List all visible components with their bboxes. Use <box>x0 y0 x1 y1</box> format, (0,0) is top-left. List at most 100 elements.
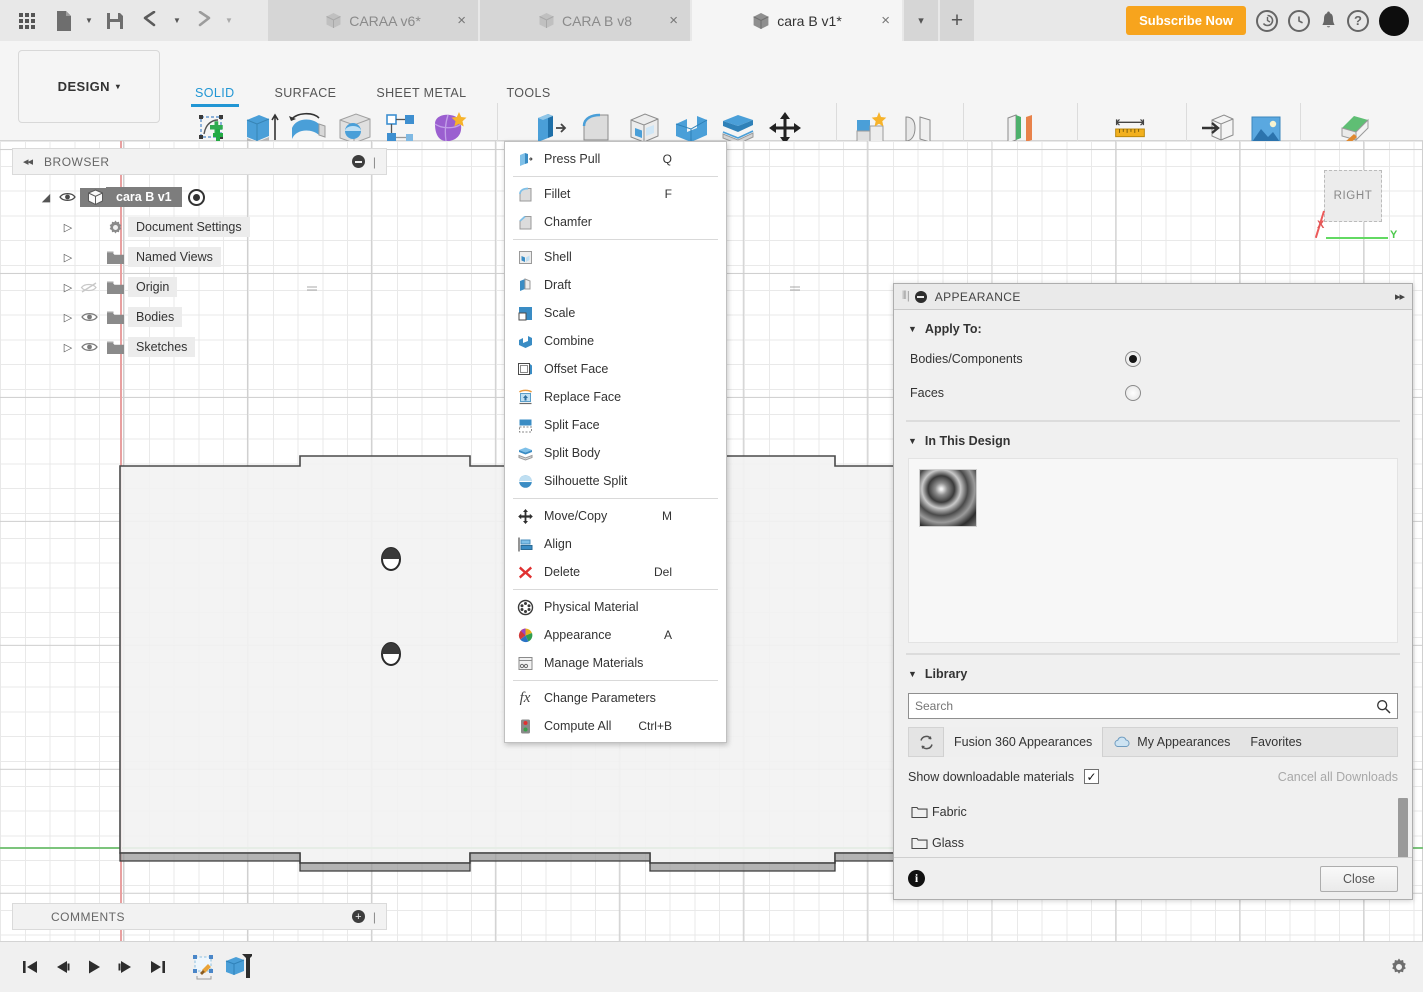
visibility-eye-off-icon[interactable] <box>76 281 102 294</box>
menu-item-split-face[interactable]: Split Face <box>505 411 726 439</box>
tree-item-origin[interactable]: ▷ Origin <box>12 272 392 302</box>
new-document-icon[interactable] <box>46 4 80 38</box>
dialog-expand-icon[interactable]: ▸▸ <box>1395 290 1405 303</box>
menu-item-fillet[interactable]: Fillet F <box>505 180 726 208</box>
menu-item-press-pull[interactable]: Press Pull Q <box>505 145 726 173</box>
timeline-settings-gear-icon[interactable] <box>1389 957 1409 977</box>
visibility-eye-icon[interactable] <box>76 311 102 323</box>
comments-panel-header[interactable]: COMMENTS + | <box>12 903 387 930</box>
apply-to-section-header[interactable]: ▼ Apply To: <box>894 310 1412 342</box>
tree-item-sketches[interactable]: ▷ Sketches <box>12 332 392 362</box>
notifications-bell-icon[interactable] <box>1320 11 1337 31</box>
tree-item-named-views[interactable]: ▷ Named Views <box>12 242 392 272</box>
in-this-design-section-header[interactable]: ▼ In This Design <box>894 422 1412 454</box>
dialog-grip-icon[interactable]: ⦀| <box>902 290 910 303</box>
recent-activity-clock-icon[interactable] <box>1288 9 1310 32</box>
expand-arrow-icon[interactable]: ◢ <box>38 191 54 204</box>
dialog-minimize-icon[interactable] <box>914 290 927 303</box>
play-icon[interactable] <box>78 951 110 983</box>
extrude-feature-icon[interactable] <box>221 951 253 983</box>
help-icon[interactable]: ? <box>1347 9 1369 32</box>
subscribe-now-button[interactable]: Subscribe Now <box>1126 6 1246 35</box>
comments-resize-handle[interactable]: | <box>373 910 376 924</box>
expand-arrow-icon[interactable]: ▷ <box>60 281 76 294</box>
new-document-caret-icon[interactable]: ▼ <box>82 4 96 38</box>
document-tab-0[interactable]: CARAA v6* × <box>268 0 478 41</box>
step-back-icon[interactable] <box>46 951 78 983</box>
library-search-box[interactable] <box>908 693 1398 719</box>
chrome-appearance-swatch[interactable] <box>919 469 977 527</box>
menu-item-move-copy[interactable]: Move/Copy M <box>505 502 726 530</box>
view-cube-face-label[interactable]: RIGHT <box>1324 170 1382 222</box>
browser-resize-handle[interactable]: | <box>373 155 376 169</box>
expand-arrow-icon[interactable]: ▷ <box>60 311 76 324</box>
appearance-dialog-titlebar[interactable]: ⦀| APPEARANCE ▸▸ <box>894 284 1412 310</box>
library-section-header[interactable]: ▼ Library <box>894 655 1412 687</box>
new-tab-button[interactable]: + <box>940 0 974 41</box>
info-icon[interactable]: i <box>908 870 925 887</box>
apply-to-bodies-row[interactable]: Bodies/Components <box>894 342 1412 376</box>
apply-to-faces-row[interactable]: Faces <box>894 376 1412 410</box>
menu-item-delete[interactable]: Delete Del <box>505 558 726 586</box>
close-button[interactable]: Close <box>1320 865 1398 892</box>
menu-item-split-body[interactable]: Split Body <box>505 439 726 467</box>
document-tab-close-icon[interactable]: × <box>457 13 466 28</box>
menu-item-shell[interactable]: Shell <box>505 243 726 271</box>
go-to-beginning-icon[interactable] <box>14 951 46 983</box>
browser-collapse-icon[interactable]: ◂◂ <box>23 155 33 168</box>
workspace-selector-design[interactable]: DESIGN ▾ <box>18 50 160 123</box>
menu-item-replace-face[interactable]: Replace Face <box>505 383 726 411</box>
visibility-eye-icon[interactable] <box>54 191 80 203</box>
activate-component-radio[interactable] <box>187 188 205 206</box>
view-cube[interactable]: RIGHT X Y <box>1314 167 1397 241</box>
document-tab-1[interactable]: CARA B v8 × <box>480 0 690 41</box>
library-tab-fusion-360-appearances[interactable]: Fusion 360 Appearances <box>943 727 1104 757</box>
save-icon[interactable] <box>98 4 132 38</box>
tree-item-document-settings[interactable]: ▷ Document Settings <box>12 212 392 242</box>
menu-item-scale[interactable]: Scale <box>505 299 726 327</box>
document-tab-close-icon[interactable]: × <box>669 13 678 28</box>
library-tab-favorites[interactable]: Favorites <box>1240 727 1311 757</box>
expand-arrow-icon[interactable]: ▷ <box>60 221 76 234</box>
menu-item-manage-materials[interactable]: Manage Materials <box>505 649 726 677</box>
show-downloadable-checkbox[interactable]: ✓ <box>1084 769 1100 784</box>
library-scrollbar-thumb[interactable] <box>1398 798 1408 857</box>
menu-item-change-parameters[interactable]: fx Change Parameters <box>505 684 726 712</box>
refresh-icon[interactable] <box>909 734 943 751</box>
expand-arrow-icon[interactable]: ▷ <box>60 341 76 354</box>
tab-overflow-chevron-down-icon[interactable]: ▾ <box>904 0 938 41</box>
library-folder-fabric[interactable]: Fabric <box>906 796 1412 827</box>
redo-caret-icon[interactable]: ▼ <box>222 4 236 38</box>
avatar[interactable] <box>1379 5 1409 36</box>
add-comment-icon[interactable]: + <box>351 910 365 923</box>
undo-caret-icon[interactable]: ▼ <box>170 4 184 38</box>
go-to-end-icon[interactable] <box>142 951 174 983</box>
sketch-feature-icon[interactable] <box>188 951 220 983</box>
menu-item-align[interactable]: Align <box>505 530 726 558</box>
menu-item-compute-all[interactable]: Compute All Ctrl+B <box>505 712 726 740</box>
document-tab-2[interactable]: cara B v1* × <box>692 0 902 41</box>
job-status-icon[interactable] <box>1256 9 1278 32</box>
apps-grid-icon[interactable] <box>10 4 44 38</box>
tree-item-bodies[interactable]: ▷ Bodies <box>12 302 392 332</box>
expand-arrow-icon[interactable]: ▷ <box>60 251 76 264</box>
library-folder-glass[interactable]: Glass <box>906 827 1412 857</box>
redo-icon[interactable] <box>186 4 220 38</box>
tree-item-cara-b-v1[interactable]: ◢ cara B v1 <box>12 182 392 212</box>
menu-item-appearance[interactable]: Appearance A <box>505 621 726 649</box>
search-input[interactable] <box>915 699 1376 713</box>
browser-minimize-icon[interactable] <box>351 155 365 168</box>
menu-item-offset-face[interactable]: Offset Face <box>505 355 726 383</box>
menu-item-chamfer[interactable]: Chamfer <box>505 208 726 236</box>
cancel-all-downloads-button[interactable]: Cancel all Downloads <box>1278 770 1398 784</box>
apply-to-bodies-radio[interactable] <box>1125 351 1141 367</box>
apply-to-faces-radio[interactable] <box>1125 385 1141 401</box>
library-tab-my-appearances[interactable]: My Appearances <box>1103 727 1240 757</box>
search-icon[interactable] <box>1376 699 1391 714</box>
menu-item-silhouette-split[interactable]: Silhouette Split <box>505 467 726 495</box>
menu-item-draft[interactable]: Draft <box>505 271 726 299</box>
undo-icon[interactable] <box>134 4 168 38</box>
menu-item-physical-material[interactable]: Physical Material <box>505 593 726 621</box>
visibility-eye-icon[interactable] <box>76 341 102 353</box>
menu-item-combine[interactable]: Combine <box>505 327 726 355</box>
